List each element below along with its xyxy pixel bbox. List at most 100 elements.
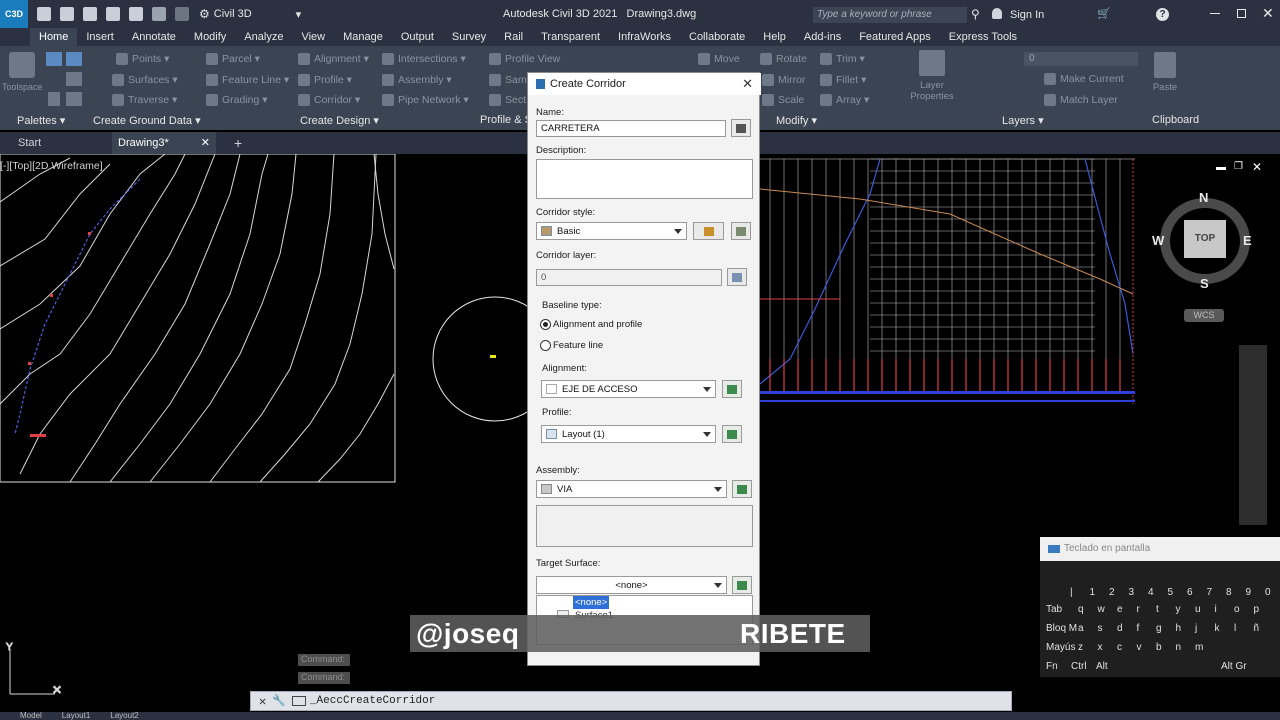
ribbon-tab-view[interactable]: View: [292, 28, 334, 46]
ribbon-tab-analyze[interactable]: Analyze: [235, 28, 292, 46]
palette-icon-1[interactable]: [46, 52, 62, 66]
save-icon[interactable]: [83, 7, 97, 21]
compass-s[interactable]: S: [1200, 276, 1209, 291]
open-icon[interactable]: [60, 7, 74, 21]
ribbon-tab-featured-apps[interactable]: Featured Apps: [850, 28, 940, 46]
osk-key[interactable]: i: [1215, 604, 1217, 615]
wcs-menu[interactable]: WCS: [1184, 309, 1224, 322]
group-profile-section[interactable]: Profile & S: [480, 114, 532, 126]
dialog-title-bar[interactable]: Create Corridor ✕: [528, 73, 761, 95]
ribbon-tab-modify[interactable]: Modify: [185, 28, 235, 46]
osk-key[interactable]: 4: [1148, 587, 1154, 598]
osk-key[interactable]: Bloq M: [1046, 623, 1077, 634]
customize-icon[interactable]: 🔧: [272, 694, 286, 708]
viewport-close-icon[interactable]: ✕: [1252, 160, 1262, 174]
close-command-icon[interactable]: ✕: [259, 694, 266, 709]
trim-tool[interactable]: Trim ▾: [820, 53, 865, 65]
save-as-icon[interactable]: [106, 7, 120, 21]
osk-key[interactable]: g: [1156, 623, 1162, 634]
alignment-select[interactable]: EJE DE ACCESO: [541, 380, 716, 398]
assembly-tool[interactable]: Assembly ▾: [382, 74, 452, 86]
rotate-tool[interactable]: Rotate: [760, 53, 807, 65]
layout-tab-model[interactable]: Model: [20, 712, 42, 720]
alignment-pick-button[interactable]: [722, 380, 742, 398]
redo-icon[interactable]: [175, 7, 189, 21]
ribbon-tab-collaborate[interactable]: Collaborate: [680, 28, 754, 46]
undo-icon[interactable]: [152, 7, 166, 21]
toolspace-button[interactable]: Toolspace: [2, 52, 43, 92]
feature-line-tool[interactable]: Feature Line ▾: [206, 74, 289, 86]
minimize-icon[interactable]: [1210, 13, 1220, 14]
group-layers[interactable]: Layers ▾: [1002, 114, 1044, 127]
fillet-tool[interactable]: Fillet ▾: [820, 74, 866, 86]
osk-key[interactable]: s: [1098, 623, 1103, 634]
viewport-restore-icon[interactable]: ❐: [1234, 161, 1243, 172]
palette-icon-5[interactable]: [48, 92, 60, 106]
osk-key[interactable]: Ctrl: [1071, 661, 1087, 672]
osk-key[interactable]: ñ: [1254, 623, 1260, 634]
surfaces-tool[interactable]: Surfaces ▾: [112, 74, 178, 86]
osk-key[interactable]: o: [1234, 604, 1240, 615]
new-icon[interactable]: [37, 7, 51, 21]
cart-icon[interactable]: 🛒: [1097, 7, 1111, 20]
description-field[interactable]: [536, 159, 753, 199]
ribbon-tab-home[interactable]: Home: [30, 28, 78, 46]
osk-key[interactable]: d: [1117, 623, 1123, 634]
profile-select[interactable]: Layout (1): [541, 425, 716, 443]
assembly-pick-button[interactable]: [732, 480, 752, 498]
osk-key[interactable]: 1: [1090, 587, 1096, 598]
osk-key[interactable]: Alt: [1096, 661, 1108, 672]
osk-key[interactable]: z: [1078, 642, 1083, 653]
scale-tool[interactable]: Scale: [762, 94, 804, 106]
group-clipboard[interactable]: Clipboard: [1152, 114, 1199, 126]
paste-button[interactable]: Paste: [1148, 52, 1182, 93]
palette-icon-4[interactable]: [66, 92, 82, 106]
assembly-select[interactable]: VIA: [536, 480, 727, 498]
osk-key[interactable]: w: [1098, 604, 1105, 615]
osk-key[interactable]: 8: [1226, 587, 1232, 598]
viewcube[interactable]: TOP N S E W: [1152, 190, 1254, 291]
ribbon-tab-infraworks[interactable]: InfraWorks: [609, 28, 680, 46]
osk-key[interactable]: q: [1078, 604, 1084, 615]
osk-key[interactable]: 0: [1265, 587, 1271, 598]
ribbon-tab-survey[interactable]: Survey: [443, 28, 495, 46]
osk-key[interactable]: p: [1254, 604, 1260, 615]
move-tool[interactable]: Move: [698, 53, 740, 65]
radio-alignment-profile[interactable]: [540, 319, 551, 330]
ribbon-tab-help[interactable]: Help: [754, 28, 795, 46]
compass-n[interactable]: N: [1199, 190, 1208, 205]
osk-key[interactable]: j: [1195, 623, 1197, 634]
corridor-tool[interactable]: Corridor ▾: [298, 94, 360, 106]
dropdown-option-none[interactable]: <none>: [573, 596, 610, 609]
app-logo[interactable]: C3D: [0, 0, 28, 28]
alignment-tool[interactable]: Alignment ▾: [298, 53, 369, 65]
ribbon-tab-add-ins[interactable]: Add-ins: [795, 28, 850, 46]
osk-key[interactable]: 3: [1129, 587, 1135, 598]
osk-key[interactable]: k: [1215, 623, 1220, 634]
group-palettes[interactable]: Palettes ▾: [17, 114, 65, 127]
osk-key[interactable]: b: [1156, 642, 1162, 653]
radio-feature-line[interactable]: [540, 340, 551, 351]
ribbon-tab-express-tools[interactable]: Express Tools: [940, 28, 1026, 46]
workspace-selector[interactable]: ⚙ Civil 3D ▾: [199, 7, 301, 21]
close-icon[interactable]: ✕: [1262, 5, 1274, 22]
name-field[interactable]: CARRETERA: [536, 120, 726, 137]
osk-key[interactable]: t: [1156, 604, 1159, 615]
ribbon-tab-rail[interactable]: Rail: [495, 28, 532, 46]
intersections-tool[interactable]: Intersections ▾: [382, 53, 466, 65]
palette-icon-3[interactable]: [66, 72, 82, 86]
close-tab-icon[interactable]: ✕: [201, 132, 210, 154]
points-tool[interactable]: Points ▾: [116, 53, 169, 65]
match-layer-tool[interactable]: Match Layer: [1044, 94, 1118, 106]
traverse-tool[interactable]: Traverse ▾: [112, 94, 177, 106]
grading-tool[interactable]: Grading ▾: [206, 94, 268, 106]
osk-key[interactable]: n: [1176, 642, 1182, 653]
osk-key[interactable]: u: [1195, 604, 1201, 615]
make-current-tool[interactable]: Make Current: [1044, 73, 1124, 85]
osk-key[interactable]: 7: [1207, 587, 1213, 598]
command-line[interactable]: ✕ 🔧 _AeccCreateCorridor: [250, 691, 1012, 711]
osk-key[interactable]: a: [1078, 623, 1084, 634]
osk-key[interactable]: Mayús: [1046, 642, 1075, 653]
layout-tab-layout1[interactable]: Layout1: [62, 712, 90, 720]
profile-view-tool[interactable]: Profile View: [489, 53, 560, 65]
